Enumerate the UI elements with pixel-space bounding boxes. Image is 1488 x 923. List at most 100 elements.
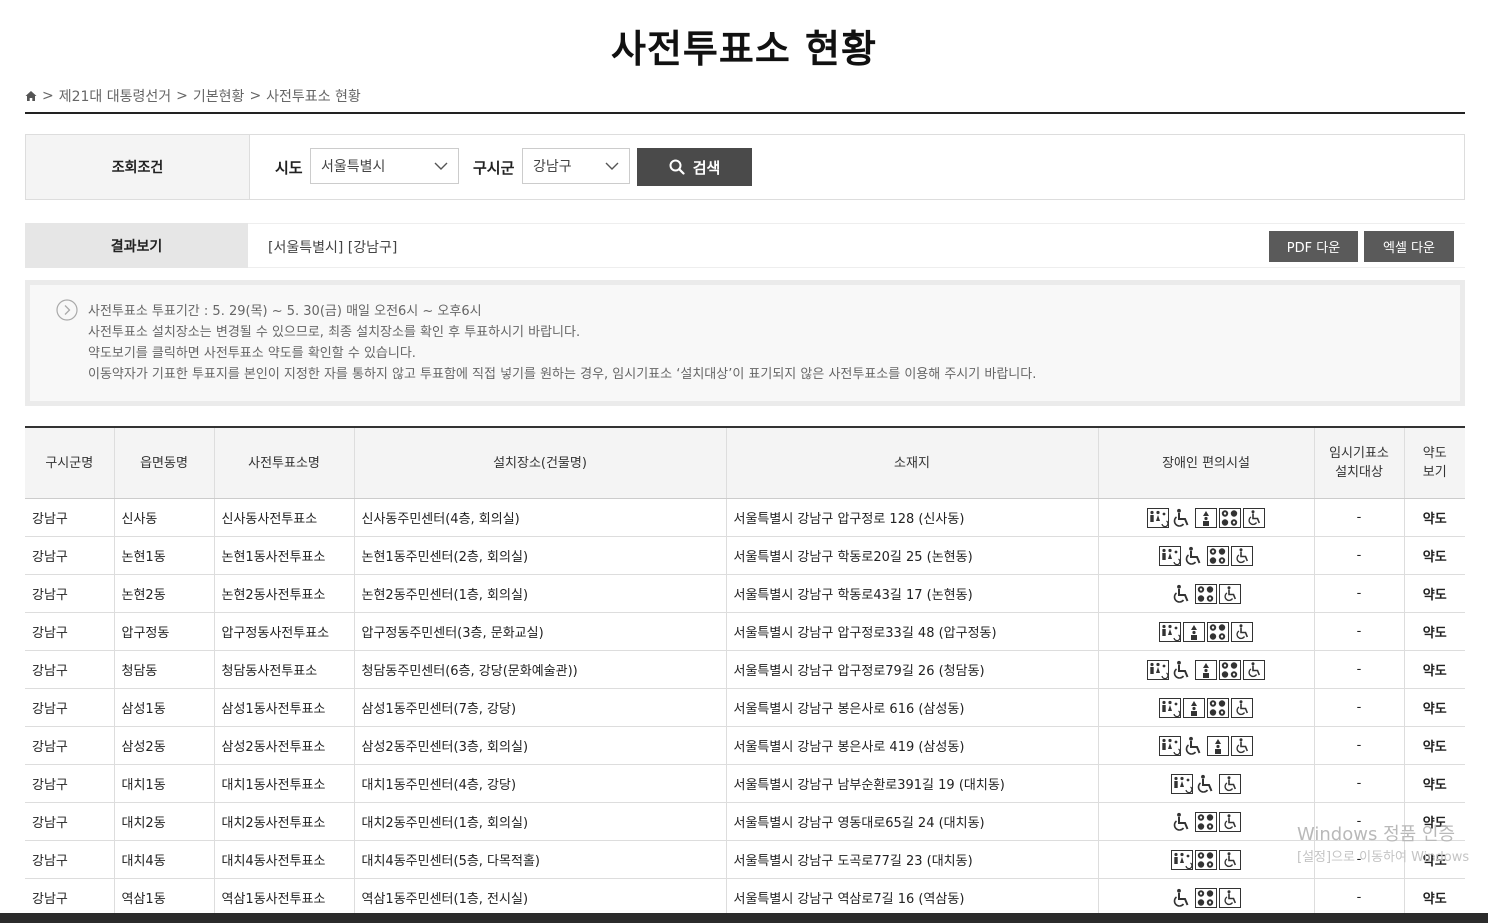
cell-place: 청담동주민센터(6층, 강당(문화예술관)): [354, 650, 727, 689]
table-row: 강남구 역삼1동 역삼1동사전투표소 역삼1동주민센터(1층, 전시실) 서울특별시 강…: [25, 878, 1465, 917]
cell-address: 서울특별시 강남구 봉은사로 616 (삼성동): [726, 688, 1099, 727]
map-link[interactable]: 약도: [1404, 726, 1465, 765]
cell-place: 역삼1동주민센터(1층, 전시실): [354, 878, 727, 917]
cell-station: 삼성2동사전투표소: [214, 726, 355, 765]
map-link[interactable]: 약도: [1404, 612, 1465, 651]
breadcrumb-item-basic[interactable]: 기본현황: [193, 86, 245, 106]
notice-line-map: 약도보기를 클릭하면 사전투표소 약도를 확인할 수 있습니다.: [88, 346, 416, 361]
table-row: 강남구 신사동 신사동사전투표소 신사동주민센터(4층, 회의실) 서울특별시 강남구 …: [25, 498, 1465, 537]
cell-place: 삼성1동주민센터(7층, 강당): [354, 688, 727, 727]
map-link[interactable]: 약도: [1404, 650, 1465, 689]
table-row: 강남구 대치4동 대치4동사전투표소 대치4동주민센터(5층, 다목적홀) 서울특별시 …: [25, 840, 1465, 879]
header-facility: 장애인 편의시설: [1098, 427, 1315, 499]
elevator-icon: [1183, 697, 1205, 718]
cell-address: 서울특별시 강남구 남부순환로391길 19 (대치동): [726, 764, 1099, 803]
pdf-download-button[interactable]: PDF 다운: [1269, 231, 1358, 262]
cell-address: 서울특별시 강남구 영동대로65길 24 (대치동): [726, 802, 1099, 841]
breadcrumb-item-current[interactable]: 사전투표소 현황: [266, 86, 361, 106]
wheelchair-icon: [1195, 774, 1217, 794]
ramp-icon: [1231, 697, 1253, 718]
polling-station-table: 구시군명 읍면동명 사전투표소명 설치장소(건물명) 소재지 장애인 편의시설 …: [25, 426, 1465, 917]
table-row: 강남구 삼성1동 삼성1동사전투표소 삼성1동주민센터(7층, 강당) 서울특별시 강남…: [25, 688, 1465, 727]
map-link[interactable]: 약도: [1404, 764, 1465, 803]
search-button[interactable]: 검색: [637, 148, 752, 186]
cell-facility: [1098, 802, 1315, 841]
sigungu-select[interactable]: 강남구: [522, 148, 630, 184]
cell-temp-booth: -: [1314, 726, 1405, 765]
cell-gu: 강남구: [25, 840, 115, 879]
restroom-icon: [1159, 697, 1181, 718]
chevron-down-icon: [434, 162, 448, 170]
cell-facility: [1098, 726, 1315, 765]
home-icon[interactable]: [25, 90, 37, 102]
braille-icon: [1195, 887, 1217, 908]
header-station: 사전투표소명: [214, 427, 355, 499]
restroom-icon: [1159, 621, 1181, 642]
breadcrumb-item-election[interactable]: 제21대 대통령선거: [59, 86, 171, 106]
map-link[interactable]: 약도: [1404, 498, 1465, 537]
cell-station: 대치4동사전투표소: [214, 840, 355, 879]
wheelchair-icon: [1183, 736, 1205, 756]
table-row: 강남구 청담동 청담동사전투표소 청담동주민센터(6층, 강당(문화예술관)) 서울특별…: [25, 650, 1465, 689]
braille-icon: [1195, 849, 1217, 870]
table-row: 강남구 대치1동 대치1동사전투표소 대치1동주민센터(4층, 강당) 서울특별시 강남…: [25, 764, 1465, 803]
cell-gu: 강남구: [25, 764, 115, 803]
title-divider: [25, 112, 1465, 114]
header-temp-booth-line2: 설치대상: [1335, 465, 1383, 480]
cell-temp-booth: -: [1314, 536, 1405, 575]
ramp-icon: [1243, 507, 1265, 528]
breadcrumb: > 제21대 대통령선거 > 기본현황 > 사전투표소 현황: [25, 86, 361, 106]
cell-dong: 신사동: [114, 498, 215, 537]
ramp-icon: [1243, 659, 1265, 680]
chevron-right-circle-icon: [56, 299, 78, 321]
restroom-icon: [1147, 659, 1169, 680]
wheelchair-icon: [1171, 812, 1193, 832]
sigungu-label: 구시군: [473, 159, 515, 177]
search-panel: 조회조건 시도 서울특별시 구시군 강남구 검색: [25, 134, 1465, 200]
cell-temp-booth: -: [1314, 764, 1405, 803]
braille-icon: [1207, 697, 1229, 718]
result-bar: 결과보기 [서울특별시] [강남구] PDF 다운 엑셀 다운: [25, 223, 1465, 268]
cell-facility: [1098, 764, 1315, 803]
cell-station: 대치2동사전투표소: [214, 802, 355, 841]
search-icon: [669, 159, 685, 175]
cell-address: 서울특별시 강남구 학동로43길 17 (논현동): [726, 574, 1099, 613]
ramp-icon: [1231, 545, 1253, 566]
map-link[interactable]: 약도: [1404, 688, 1465, 727]
braille-icon: [1195, 583, 1217, 604]
cell-gu: 강남구: [25, 612, 115, 651]
wheelchair-icon: [1171, 508, 1193, 528]
table-row: 강남구 삼성2동 삼성2동사전투표소 삼성2동주민센터(3층, 회의실) 서울특별시 강…: [25, 726, 1465, 765]
ramp-icon: [1219, 811, 1241, 832]
header-dong: 읍면동명: [114, 427, 215, 499]
cell-gu: 강남구: [25, 498, 115, 537]
map-link[interactable]: 약도: [1404, 574, 1465, 613]
cell-dong: 논현2동: [114, 574, 215, 613]
excel-download-button[interactable]: 엑셀 다운: [1364, 231, 1454, 262]
header-map: 약도 보기: [1404, 427, 1465, 499]
cell-place: 대치4동주민센터(5층, 다목적홀): [354, 840, 727, 879]
cell-station: 논현1동사전투표소: [214, 536, 355, 575]
cell-station: 논현2동사전투표소: [214, 574, 355, 613]
ramp-icon: [1219, 849, 1241, 870]
sido-select-value: 서울특별시: [321, 159, 386, 175]
restroom-icon: [1147, 507, 1169, 528]
cell-facility: [1098, 574, 1315, 613]
cell-station: 역삼1동사전투표소: [214, 878, 355, 917]
braille-icon: [1195, 811, 1217, 832]
cell-facility: [1098, 840, 1315, 879]
header-temp-booth-line1: 임시기표소: [1329, 446, 1389, 461]
cell-facility: [1098, 498, 1315, 537]
cell-address: 서울특별시 강남구 학동로20길 25 (논현동): [726, 536, 1099, 575]
sido-select[interactable]: 서울특별시: [310, 148, 459, 184]
header-gu: 구시군명: [25, 427, 115, 499]
cell-temp-booth: -: [1314, 498, 1405, 537]
cell-facility: [1098, 688, 1315, 727]
search-condition-label: 조회조건: [26, 135, 250, 199]
cell-place: 논현1동주민센터(2층, 회의실): [354, 536, 727, 575]
map-link[interactable]: 약도: [1404, 878, 1465, 917]
map-link[interactable]: 약도: [1404, 536, 1465, 575]
result-filter-text: [서울특별시] [강남구]: [268, 240, 398, 256]
cell-facility: [1098, 650, 1315, 689]
cell-station: 압구정동사전투표소: [214, 612, 355, 651]
